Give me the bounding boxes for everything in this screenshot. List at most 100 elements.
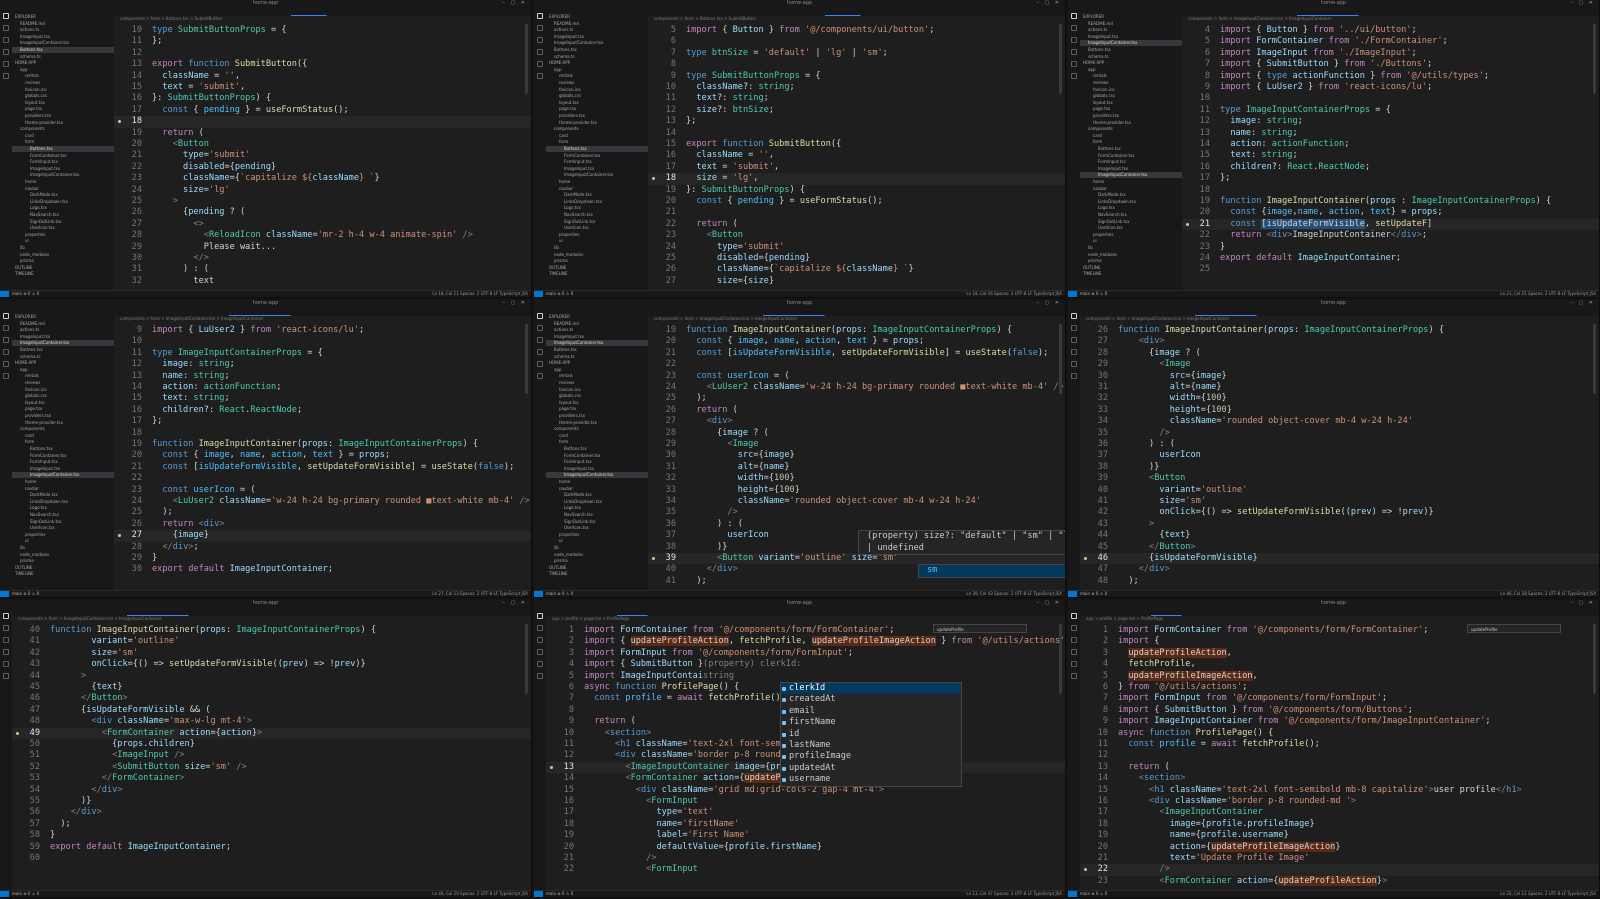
code-line[interactable]: 15 text: string;	[1182, 150, 1599, 161]
code-line[interactable]: 47 {isUpdateFormVisible && (	[12, 705, 531, 716]
remote-indicator-icon[interactable]	[534, 591, 543, 597]
code-line[interactable]: 25 );	[114, 507, 531, 518]
source-control-icon[interactable]	[1071, 37, 1077, 43]
tree-item[interactable]: FormContainer.tsx	[12, 153, 114, 159]
code-line[interactable]: 16 className = '',	[648, 150, 1065, 161]
remote-icon[interactable]	[3, 73, 9, 79]
code-line[interactable]: 11 type ImageInputContainerProps = {	[1182, 105, 1599, 116]
status-right[interactable]: Ln 21, Col 51 Spaces: 2 UTF-8 LF TypeScr…	[1500, 291, 1596, 297]
run-debug-icon[interactable]	[3, 49, 9, 55]
tree-item[interactable]: ui	[546, 238, 648, 244]
tree-item[interactable]: SignOutLink.tsx	[546, 219, 648, 225]
tree-item[interactable]: form	[546, 139, 648, 145]
code-line[interactable]: 12 image: string;	[114, 359, 531, 370]
tree-item[interactable]: README.md	[12, 21, 114, 27]
tree-item[interactable]: page.tsx	[546, 106, 648, 112]
tree-item[interactable]: FormContainer.tsx	[12, 453, 114, 459]
explorer-icon[interactable]	[537, 613, 543, 619]
tree-item[interactable]: FormInput.tsx	[1080, 159, 1182, 165]
explorer-icon[interactable]	[3, 613, 9, 619]
code-line[interactable]: 44 {text}	[1080, 530, 1599, 541]
code-line[interactable]: 5 updateProfileImageAction,	[1080, 670, 1599, 682]
tree-item[interactable]: OUTLINE	[12, 565, 114, 571]
tree-item[interactable]: EXPLORER	[12, 314, 114, 320]
tree-item[interactable]: Buttons.tsx	[12, 146, 114, 152]
tree-item[interactable]: ImageInputContainer.tsx	[12, 472, 114, 479]
tree-item[interactable]: navbar	[1080, 186, 1182, 192]
code-line[interactable]: 25	[1182, 264, 1599, 275]
tree-item[interactable]: components	[546, 126, 648, 132]
tree-item[interactable]: README.md	[546, 21, 648, 27]
tree-item[interactable]: NavSearch.tsx	[12, 512, 114, 518]
tree-item[interactable]: favicon.ico	[12, 387, 114, 393]
tree-item[interactable]: FormInput.tsx	[546, 159, 648, 165]
code-line[interactable]: 9 type SubmitButtonProps = {	[648, 71, 1065, 82]
code-line[interactable]: 30 export default ImageInputContainer;	[114, 564, 531, 575]
code-line[interactable]: 14 className = '',	[114, 71, 531, 82]
code-line[interactable]: 44 >	[12, 671, 531, 682]
code-line[interactable]: 2 import { updateProfileAction, fetchProf…	[546, 636, 1065, 647]
tree-item[interactable]: globals.css	[1080, 93, 1182, 99]
tree-item[interactable]: rentals	[1080, 73, 1182, 79]
code-line[interactable]: 31 ) : (	[114, 264, 531, 275]
tree-item[interactable]: page.tsx	[12, 406, 114, 412]
tree-item[interactable]: ImageInput.tsx	[12, 334, 114, 340]
code-line[interactable]: 32 text	[114, 276, 531, 287]
code-line[interactable]: 24 <LuUser2 className='w-24 h-24 bg-prim…	[648, 382, 1065, 393]
remote-indicator-icon[interactable]	[0, 591, 9, 597]
code-line[interactable]: 21 type='submit'	[114, 150, 531, 161]
tree-item[interactable]: home	[12, 479, 114, 485]
tree-item[interactable]: rentals	[546, 373, 648, 379]
code-line[interactable]: 42 onClick={() => setUpdateFormVisible((…	[1080, 507, 1599, 518]
code-line[interactable]: 15 <h1 className='text-2xl font-semibold…	[1080, 785, 1599, 796]
code-line[interactable]: 20 <Button	[114, 139, 531, 150]
tree-item[interactable]: prisma	[12, 558, 114, 564]
tree-item[interactable]: Buttons.tsx	[12, 446, 114, 452]
tree-item[interactable]: LinksDropdown.tsx	[546, 499, 648, 505]
code-line[interactable]: 11 text?: string;	[648, 93, 1065, 104]
code-line[interactable]: 33 height={100}	[1080, 405, 1599, 416]
code-line[interactable]: 27 <div>	[1080, 336, 1599, 347]
run-debug-icon[interactable]	[537, 649, 543, 655]
code-line[interactable]: 31 alt={name}	[648, 462, 1065, 473]
code-line[interactable]: 40 variant='outline'	[1080, 485, 1599, 496]
tree-item[interactable]: UserIcon.tsx	[546, 225, 648, 231]
code-line[interactable]: 17 type='text'	[546, 807, 1065, 818]
tree-item[interactable]: prisma	[1080, 258, 1182, 264]
remote-icon[interactable]	[3, 373, 9, 379]
tree-item[interactable]: ui	[546, 538, 648, 544]
tree-item[interactable]: form	[1080, 139, 1182, 145]
code-line[interactable]: 22	[114, 473, 531, 484]
tree-item[interactable]: providers.tsx	[546, 413, 648, 419]
tree-item[interactable]: favicon.ico	[546, 387, 648, 393]
tree-item[interactable]: schema.ts	[546, 354, 648, 360]
tree-item[interactable]: navbar	[12, 186, 114, 192]
code-editor[interactable]: 40 function ImageInputContainer(props: Im…	[12, 622, 531, 890]
code-line[interactable]: 26 function ImageInputContainer(props: Im…	[1080, 325, 1599, 336]
remote-icon[interactable]	[1071, 673, 1077, 679]
search-icon[interactable]	[3, 625, 9, 631]
tree-item[interactable]: properties	[12, 232, 114, 238]
tree-item[interactable]: TIMELINE	[12, 271, 114, 277]
code-line[interactable]: 5 import ImageInputContaistring	[546, 671, 1065, 682]
code-editor[interactable]: 26 function ImageInputContainer(props: Im…	[1080, 322, 1599, 590]
editor-scrollbar[interactable]	[1059, 24, 1062, 94]
code-line[interactable]: 21 const [isUpdateFormVisible, setUpdate…	[648, 348, 1065, 359]
code-line[interactable]: 27 <div>	[648, 416, 1065, 427]
tree-item[interactable]: FormInput.tsx	[12, 159, 114, 165]
source-control-icon[interactable]	[3, 337, 9, 343]
code-line[interactable]: 15 text: string;	[114, 393, 531, 404]
tree-item[interactable]: node_modules	[546, 552, 648, 558]
code-editor[interactable]: 9 import { LuUser2 } from 'react-icons/lu…	[114, 322, 531, 590]
code-line[interactable]: 8	[648, 59, 1065, 70]
code-line[interactable]: 24 type='submit'	[648, 242, 1065, 253]
tree-item[interactable]: navbar	[546, 486, 648, 492]
code-line[interactable]: 31 alt={name}	[1080, 382, 1599, 393]
remote-icon[interactable]	[1071, 73, 1077, 79]
status-left[interactable]: main ⊗ 0 ⚠ 0	[12, 291, 39, 297]
tree-item[interactable]: ImageInputContainer.tsx	[12, 172, 114, 178]
tree-item[interactable]: Logo.tsx	[1080, 205, 1182, 211]
run-debug-icon[interactable]	[1071, 649, 1077, 655]
code-line[interactable]: 38 )}	[1080, 462, 1599, 473]
code-line[interactable]: 5 import FormContainer from './FormContai…	[1182, 36, 1599, 47]
